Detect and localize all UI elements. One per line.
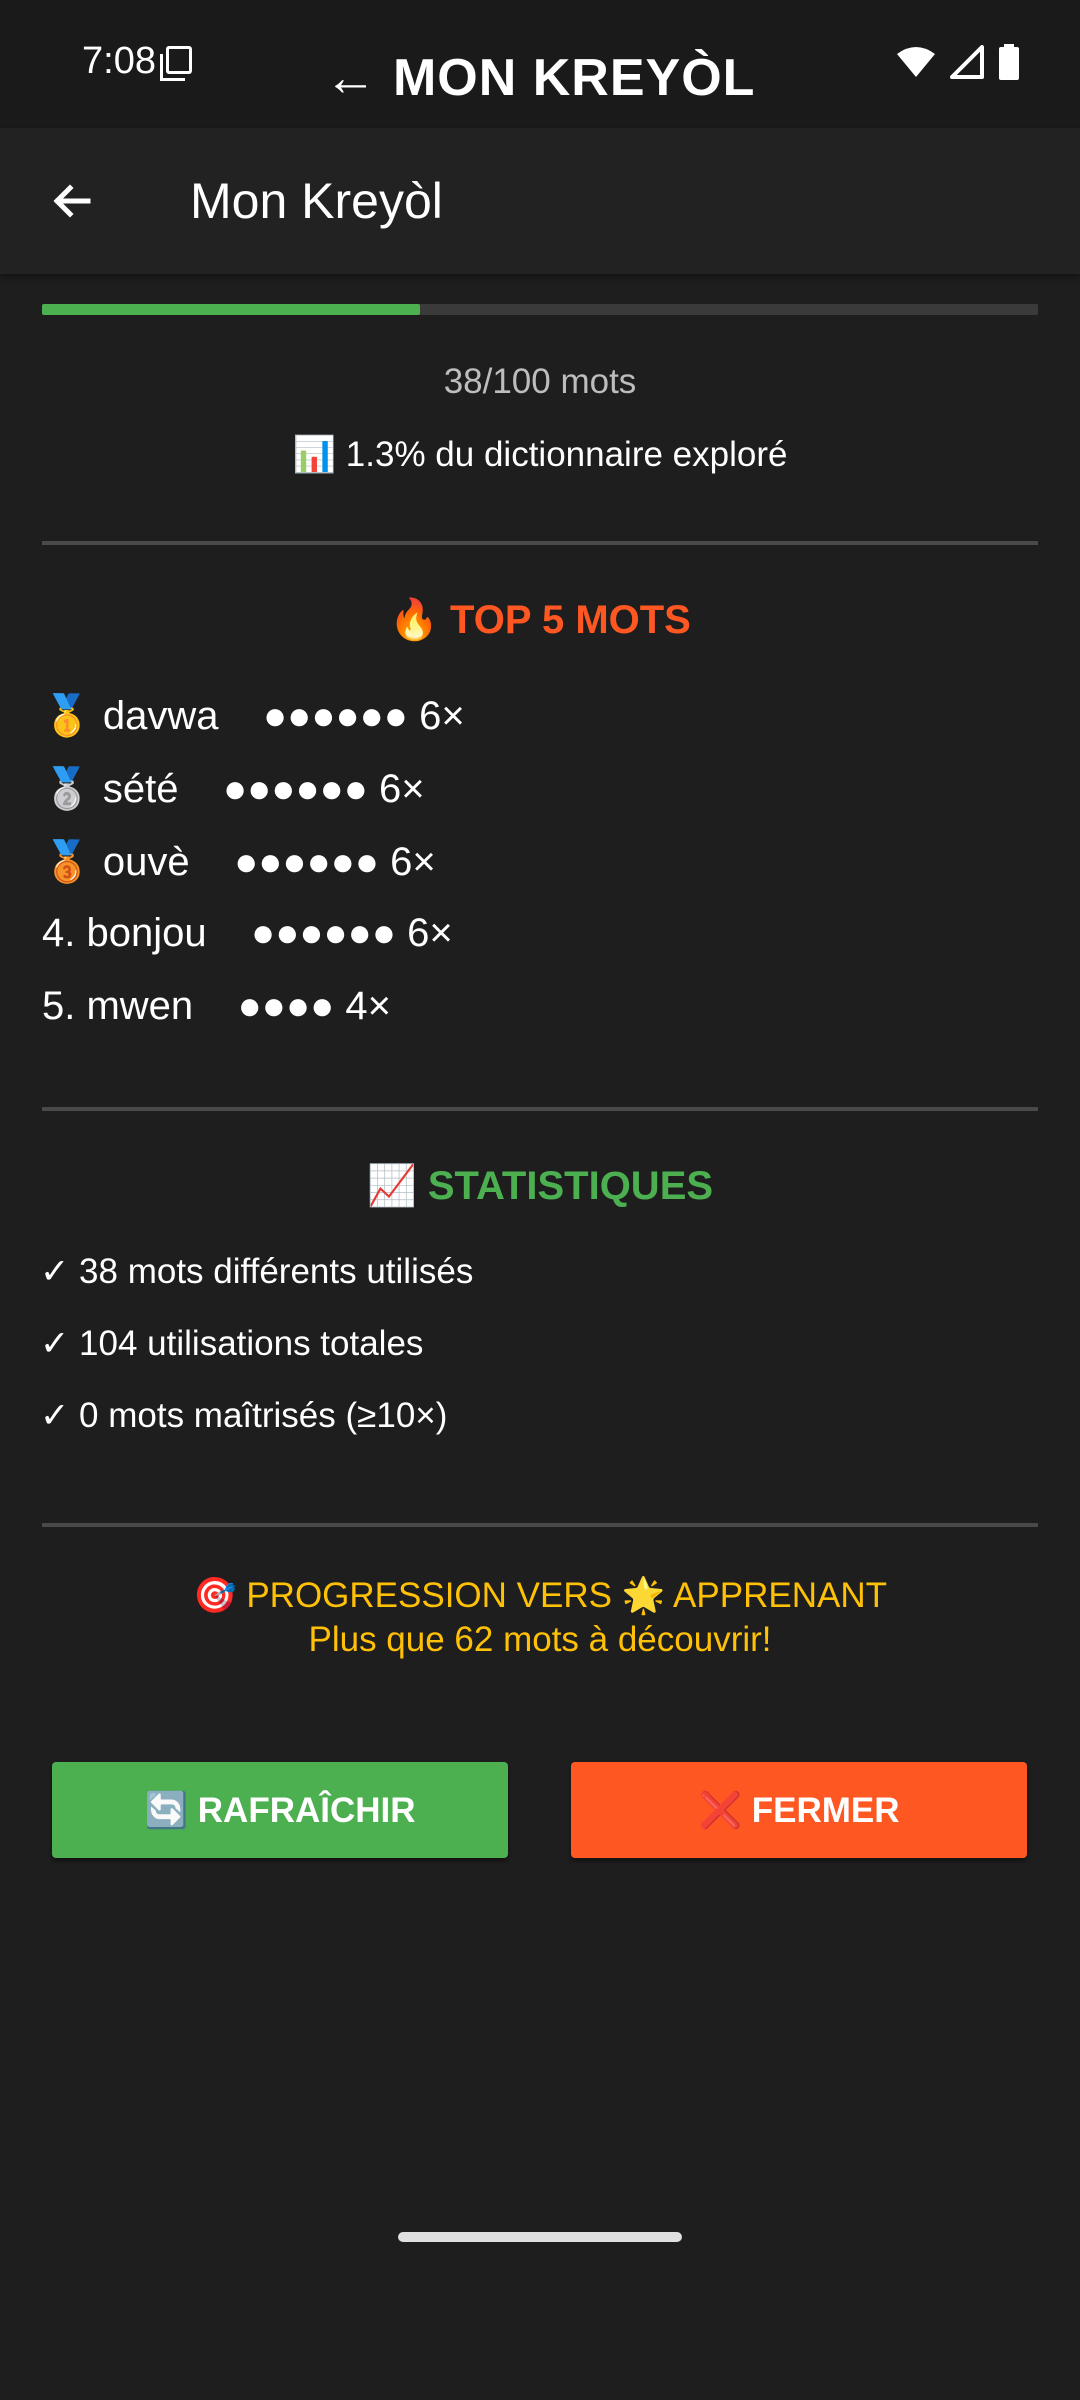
vocabulary-progress-bar xyxy=(42,304,1038,315)
stat-item: ✓ 104 utilisations totales xyxy=(40,1324,424,1363)
stat-item: ✓ 0 mots maîtrisés (≥10×) xyxy=(40,1396,448,1435)
wifi-icon xyxy=(897,47,935,77)
close-button[interactable]: ❌ FERMER xyxy=(571,1762,1027,1858)
battery-icon xyxy=(999,44,1019,80)
level-progress-remaining: Plus que 62 mots à découvrir! xyxy=(308,1620,772,1659)
divider xyxy=(42,1523,1038,1527)
top-word-item: 4. bonjou ●●●●●● 6× xyxy=(42,911,453,955)
back-button[interactable] xyxy=(36,165,108,237)
level-progress-title: 🎯 PROGRESSION VERS 🌟 APPRENANT xyxy=(193,1576,887,1615)
arrow-back-icon xyxy=(53,184,91,218)
top-word-item: 🥉 ouvè ●●●●●● 6× xyxy=(42,840,436,884)
vocabulary-progress-fill xyxy=(42,304,421,315)
top-word-item: 🥇 davwa ●●●●●● 6× xyxy=(42,694,465,738)
stat-item: ✓ 38 mots différents utilisés xyxy=(40,1252,474,1291)
app-title: Mon Kreyòl xyxy=(190,173,443,229)
signal-icon xyxy=(950,45,984,79)
top-word-item: 5. mwen ●●●● 4× xyxy=(42,984,391,1028)
divider xyxy=(42,541,1038,545)
statistics-title: 📈 STATISTIQUES xyxy=(366,1164,714,1208)
dictionary-explored: 📊 1.3% du dictionnaire exploré xyxy=(292,435,788,474)
top-word-item: 🥈 sété ●●●●●● 6× xyxy=(42,767,425,811)
refresh-button[interactable]: 🔄 RAFRAÎCHIR xyxy=(52,1762,508,1858)
status-bar: 7:08 ← MON KREYÒL xyxy=(0,0,1080,128)
status-icons xyxy=(896,44,1020,80)
home-indicator[interactable] xyxy=(398,2232,682,2242)
app-bar: Mon Kreyòl xyxy=(0,128,1080,274)
divider xyxy=(42,1107,1038,1111)
top-words-title: 🔥 TOP 5 MOTS xyxy=(389,598,691,642)
words-count: 38/100 mots xyxy=(443,362,637,401)
